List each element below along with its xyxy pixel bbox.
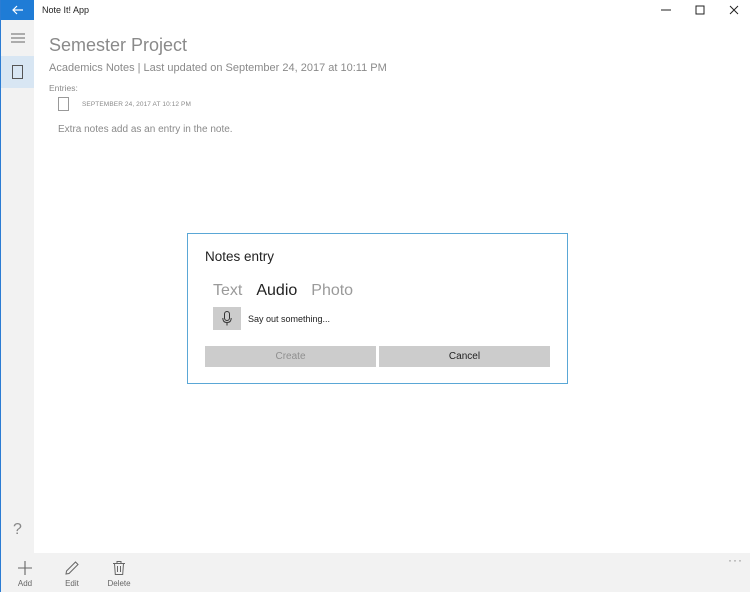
back-button[interactable] <box>1 0 34 20</box>
hamburger-menu-button[interactable] <box>1 20 34 56</box>
back-arrow-icon <box>11 5 23 15</box>
close-icon <box>729 5 739 15</box>
note-icon <box>12 65 23 79</box>
minimize-button[interactable] <box>649 0 683 20</box>
trash-icon <box>113 561 125 575</box>
delete-label: Delete <box>107 579 131 588</box>
cancel-button[interactable]: Cancel <box>379 346 550 367</box>
notes-entry-dialog: Notes entry Text Audio Photo Say out som… <box>187 233 568 384</box>
title-bar: Note It! App <box>1 0 750 20</box>
edit-button[interactable]: Edit <box>55 558 89 588</box>
entry-item[interactable]: SEPTEMBER 24, 2017 AT 10:12 PM <box>58 97 191 111</box>
mic-prompt: Say out something... <box>248 313 331 324</box>
entry-text: Extra notes add as an entry in the note. <box>58 124 233 135</box>
maximize-button[interactable] <box>683 0 717 20</box>
window-controls <box>649 0 750 20</box>
add-label: Add <box>17 579 33 588</box>
help-icon: ? <box>13 521 22 538</box>
page-subtitle: Academics Notes | Last updated on Septem… <box>49 62 387 74</box>
help-button[interactable]: ? <box>1 521 34 539</box>
microphone-button[interactable] <box>213 307 241 330</box>
page-title: Semester Project <box>49 35 188 55</box>
minimize-icon <box>661 9 671 11</box>
more-options-button[interactable]: ··· <box>728 553 743 567</box>
app-window: Note It! App ? Semester Project Academic… <box>0 0 750 592</box>
bottom-app-bar: Add Edit Delete ··· <box>1 553 750 592</box>
nav-item-notes[interactable] <box>1 56 34 88</box>
entries-label: Entries: <box>49 83 78 93</box>
create-button[interactable]: Create <box>205 346 376 367</box>
edit-label: Edit <box>65 579 79 588</box>
app-title: Note It! App <box>42 5 90 15</box>
tab-photo[interactable]: Photo <box>311 282 353 300</box>
add-icon <box>18 561 32 575</box>
tab-audio[interactable]: Audio <box>256 282 297 300</box>
delete-button[interactable]: Delete <box>102 558 136 588</box>
tab-text[interactable]: Text <box>213 282 242 300</box>
text-entry-icon <box>58 97 70 111</box>
microphone-icon <box>222 311 232 326</box>
edit-pencil-icon <box>65 561 79 575</box>
audio-record-row: Say out something... <box>213 307 330 330</box>
dialog-title: Notes entry <box>205 249 275 264</box>
hamburger-icon <box>10 33 25 43</box>
entry-type-tabs: Text Audio Photo <box>213 282 367 300</box>
nav-rail: ? <box>1 20 34 553</box>
add-button[interactable]: Add <box>8 558 42 588</box>
maximize-icon <box>695 5 705 15</box>
entry-date: SEPTEMBER 24, 2017 AT 10:12 PM <box>82 100 191 108</box>
close-button[interactable] <box>717 0 750 20</box>
